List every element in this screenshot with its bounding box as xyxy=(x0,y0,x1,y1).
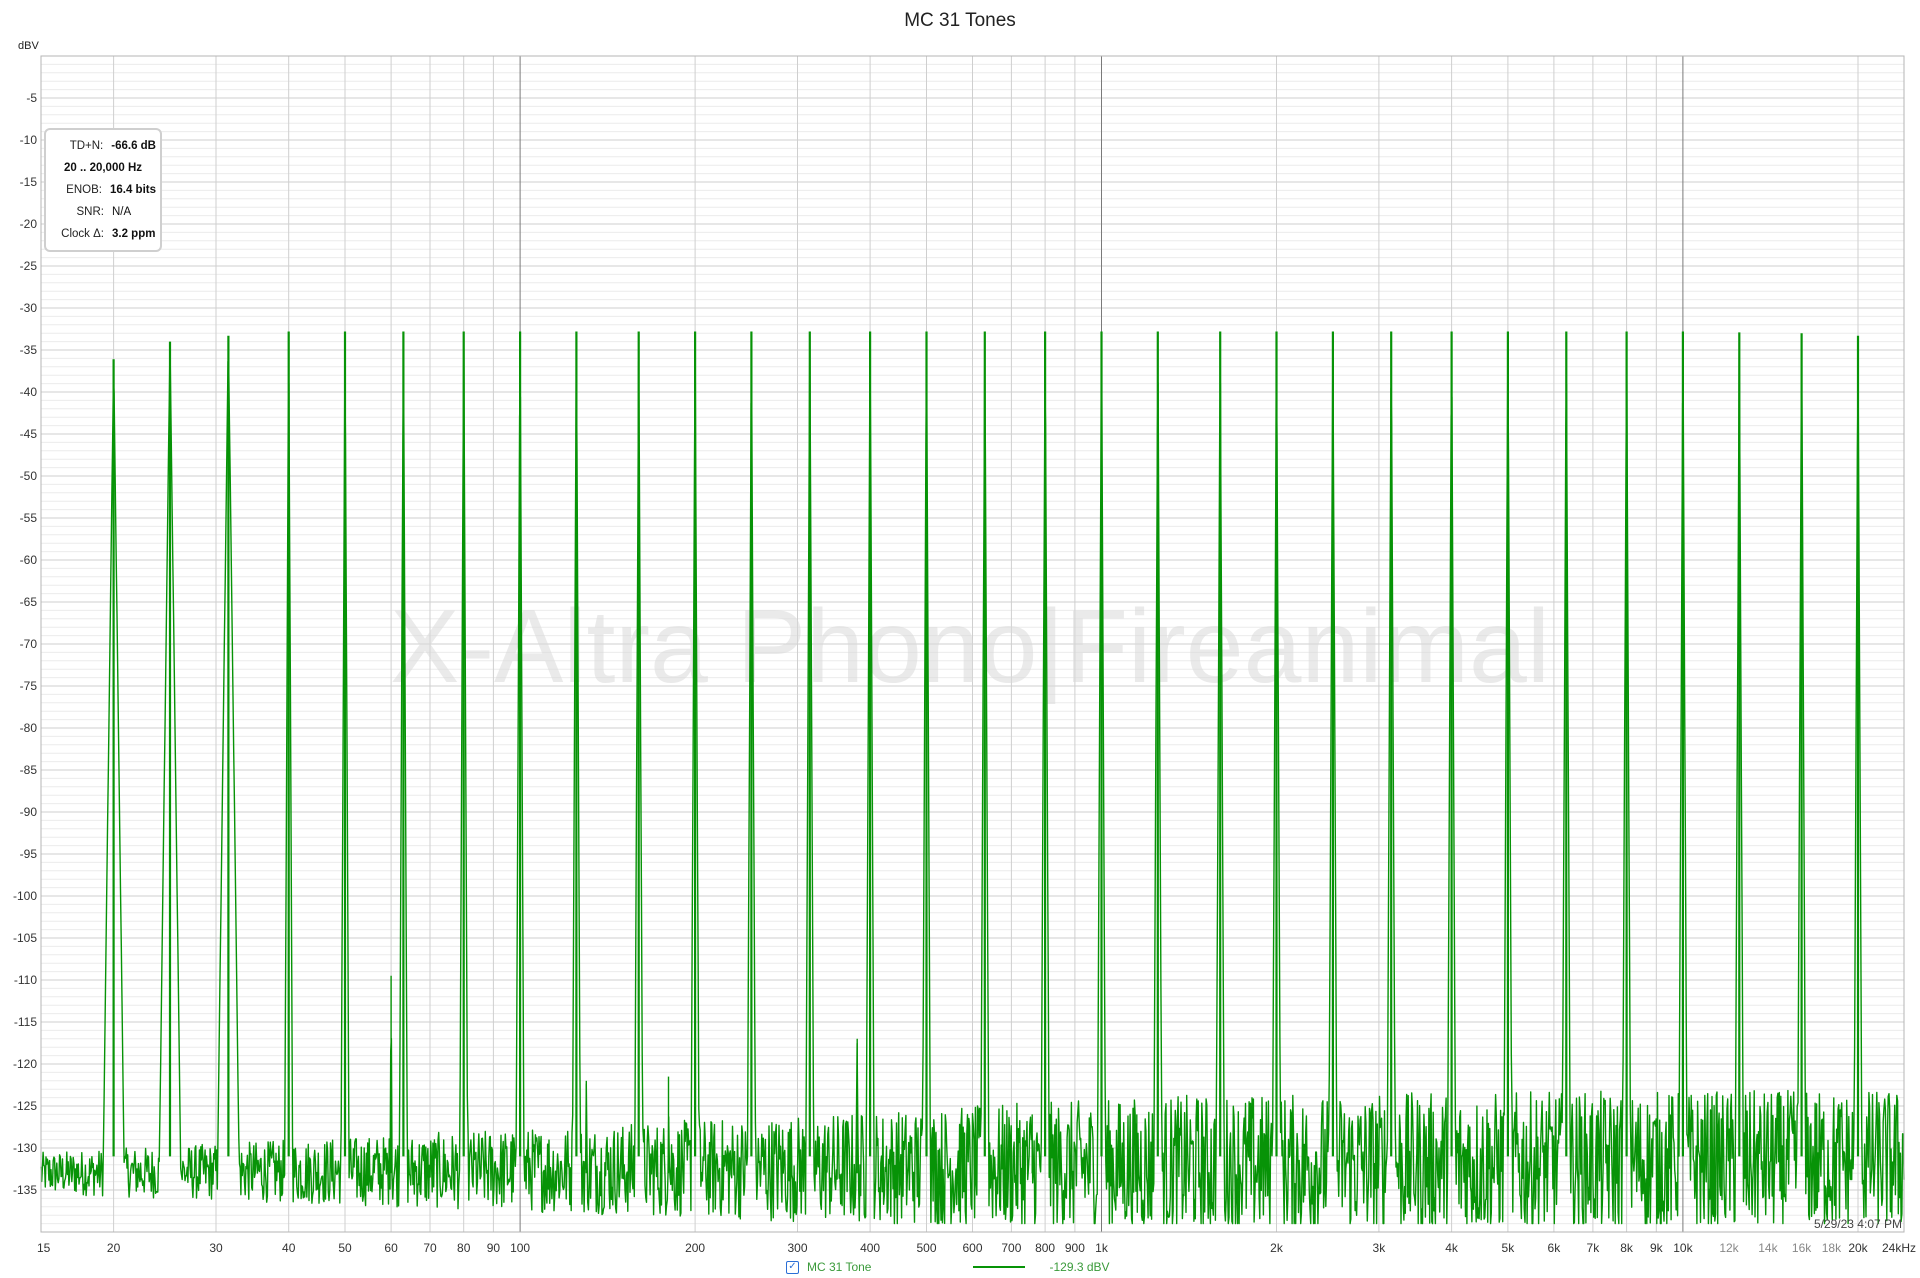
x-tick-label: 7k xyxy=(1587,1241,1601,1255)
x-tick-label: 5k xyxy=(1502,1241,1516,1255)
y-tick-label: -100 xyxy=(13,889,37,903)
y-tick-label: -105 xyxy=(13,931,37,945)
y-tick-label: -65 xyxy=(20,595,38,609)
x-tick-label: 6k xyxy=(1548,1241,1562,1255)
x-tick-label: 14k xyxy=(1758,1241,1778,1255)
x-tick-label: 2k xyxy=(1270,1241,1284,1255)
x-tick-label: 700 xyxy=(1001,1241,1021,1255)
y-tick-label: -130 xyxy=(13,1141,37,1155)
timestamp-label: 5/29/23 4:07 PM xyxy=(1814,1217,1902,1231)
x-tick-label: 70 xyxy=(423,1241,437,1255)
x-tick-label: 600 xyxy=(962,1241,982,1255)
y-tick-label: -45 xyxy=(20,427,38,441)
y-tick-label: -5 xyxy=(26,91,37,105)
x-tick-label: 15 xyxy=(37,1241,51,1255)
enob-value: 16.4 bits xyxy=(109,184,156,196)
x-tick-label: 20k xyxy=(1848,1241,1868,1255)
x-tick-label: 9k xyxy=(1650,1241,1664,1255)
x-tick-label: 60 xyxy=(384,1241,398,1255)
x-tick-label: 50 xyxy=(338,1241,352,1255)
x-tick-labels: 15 20 30 40 50 60 70 80 90 100 200 300 400 500 600 700 8… xyxy=(37,1241,1916,1255)
clock-label: Clock Δ: xyxy=(61,228,104,240)
y-tick-label: -135 xyxy=(13,1183,37,1197)
x-tick-label: 90 xyxy=(487,1241,501,1255)
stats-row-snr: SNR: N/A xyxy=(50,201,156,223)
x-tick-label: 3k xyxy=(1373,1241,1387,1255)
spectrum-chart: MC 31 Tones dBV X-Altra Phono|Fireanimal… xyxy=(13,10,1916,1255)
x-tick-label: 200 xyxy=(685,1241,705,1255)
y-tick-label: -10 xyxy=(20,133,38,147)
snr-value: N/A xyxy=(112,206,132,218)
legend-checkbox[interactable]: ✓ xyxy=(786,1260,799,1274)
y-tick-label: -95 xyxy=(20,847,38,861)
y-tick-label: -40 xyxy=(20,385,38,399)
x-tick-label: 10k xyxy=(1673,1241,1693,1255)
stats-row-tdn: TD+N: -66.6 dB xyxy=(50,135,156,157)
frequency-range: 20 .. 20,000 Hz xyxy=(64,162,142,174)
legend-series-name[interactable]: MC 31 Tone xyxy=(807,1260,871,1274)
watermark-text: X-Altra Phono|Fireanimal xyxy=(390,589,1550,705)
y-axis-unit-label: dBV xyxy=(18,40,39,52)
clock-value: 3.2 ppm xyxy=(112,228,156,240)
x-tick-label: 100 xyxy=(510,1241,530,1255)
chart-title: MC 31 Tones xyxy=(904,10,1016,31)
y-tick-label: -120 xyxy=(13,1057,37,1071)
x-tick-label: 20 xyxy=(107,1241,121,1255)
x-tick-label: 12k xyxy=(1719,1241,1739,1255)
tdn-label: TD+N: xyxy=(69,140,104,152)
x-tick-label: 18k xyxy=(1822,1241,1842,1255)
y-tick-label: -35 xyxy=(20,343,38,357)
x-tick-label: 900 xyxy=(1065,1241,1085,1255)
y-tick-label: -90 xyxy=(20,805,38,819)
y-tick-label: -20 xyxy=(20,217,38,231)
y-tick-label: -125 xyxy=(13,1099,37,1113)
x-tick-label: 80 xyxy=(457,1241,471,1255)
stats-row-enob: ENOB: 16.4 bits xyxy=(50,179,156,201)
x-tick-label: 40 xyxy=(282,1241,296,1255)
y-tick-label: -85 xyxy=(20,763,38,777)
legend-line-swatch xyxy=(973,1266,1026,1268)
y-tick-label: -75 xyxy=(20,679,38,693)
x-tick-label: 16k xyxy=(1792,1241,1812,1255)
x-tick-label: 24kHz xyxy=(1882,1241,1916,1255)
x-tick-label: 4k xyxy=(1445,1241,1459,1255)
x-tick-label: 400 xyxy=(860,1241,880,1255)
stats-box: TD+N: -66.6 dB 20 .. 20,000 Hz ENOB: 16.… xyxy=(44,128,162,252)
x-tick-label: 1k xyxy=(1095,1241,1109,1255)
x-tick-label: 500 xyxy=(916,1241,936,1255)
y-tick-label: -50 xyxy=(20,469,38,483)
y-tick-label: -25 xyxy=(20,259,38,273)
y-tick-label: -30 xyxy=(20,301,38,315)
legend-readout: -129.3 dBV xyxy=(1049,1260,1110,1274)
y-tick-label: -55 xyxy=(20,511,38,525)
tdn-value: -66.6 dB xyxy=(111,140,156,152)
y-tick-labels: -5 -10 -15 -20 -25 -30 -35 -40 -45 -50 -55 -60 -65 -7… xyxy=(13,91,37,1197)
y-tick-label: -80 xyxy=(20,721,38,735)
x-tick-label: 30 xyxy=(209,1241,223,1255)
y-tick-label: -70 xyxy=(20,637,38,651)
x-tick-label: 8k xyxy=(1620,1241,1634,1255)
x-tick-label: 800 xyxy=(1035,1241,1055,1255)
legend: ✓ MC 31 Tone -129.3 dBV xyxy=(786,1258,1110,1276)
stats-row-range: 20 .. 20,000 Hz xyxy=(50,157,156,179)
x-tick-label: 300 xyxy=(787,1241,807,1255)
y-tick-label: -110 xyxy=(14,973,37,987)
enob-label: ENOB: xyxy=(66,184,102,196)
snr-label: SNR: xyxy=(76,206,104,218)
y-tick-label: -60 xyxy=(20,553,38,567)
stats-row-clock: Clock Δ: 3.2 ppm xyxy=(50,223,156,245)
y-tick-label: -115 xyxy=(14,1015,37,1029)
y-tick-label: -15 xyxy=(20,175,38,189)
